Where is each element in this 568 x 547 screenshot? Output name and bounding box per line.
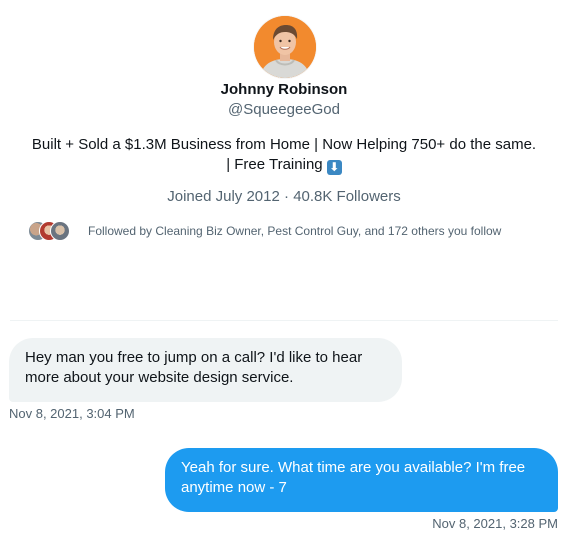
message-timestamp-outgoing: Nov 8, 2021, 3:28 PM [432,516,558,531]
bio-line-1: Built + Sold a $1.3M Business from Home … [31,136,537,153]
message-timestamp-incoming: Nov 8, 2021, 3:04 PM [9,406,135,421]
conversation-divider [10,320,558,321]
profile-meta: Joined July 2012 · 40.8K Followers [0,187,568,207]
bio-line-2: | Free Training [226,156,327,173]
followed-by-text: Followed by Cleaning Biz Owner, Pest Con… [88,224,502,238]
profile-handle[interactable]: @SqueegeeGod [0,100,568,120]
follower-avatars [28,220,80,242]
followed-by-row[interactable]: Followed by Cleaning Biz Owner, Pest Con… [28,218,558,244]
message-bubble-incoming[interactable]: Hey man you free to jump on a call? I'd … [9,338,402,402]
followers-count[interactable]: 40.8K Followers [293,188,401,205]
message-bubble-outgoing[interactable]: Yeah for sure. What time are you availab… [165,448,558,512]
down-arrow-emoji-icon: ⬇ [326,160,342,175]
joined-date: Joined July 2012 [167,188,280,205]
meta-separator: · [279,188,294,205]
profile-avatar[interactable] [254,16,316,78]
follower-avatar-3 [50,221,70,241]
profile-bio: Built + Sold a $1.3M Business from Home … [14,135,554,175]
profile-display-name[interactable]: Johnny Robinson [0,80,568,100]
